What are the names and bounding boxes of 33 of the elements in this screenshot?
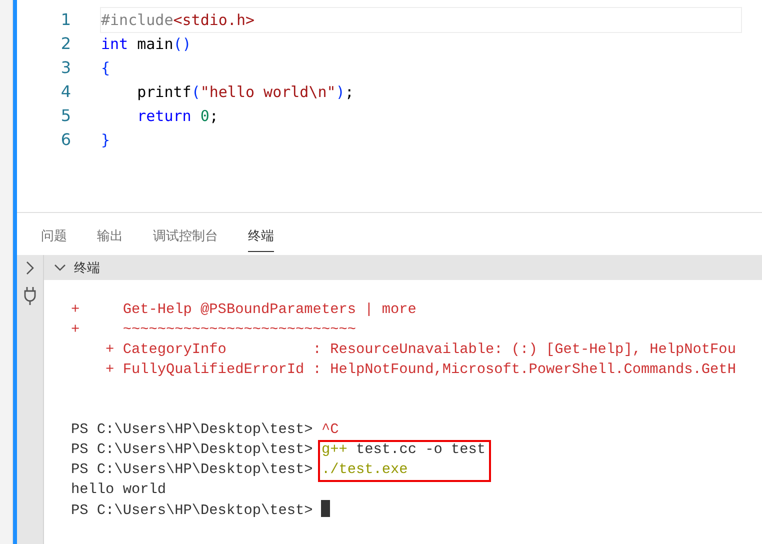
shell-prompt: PS C:\Users\HP\Desktop\test> [71,462,314,478]
line-number: 4 [60,81,72,103]
line-number: 2 [60,33,72,55]
error-output: + ~~~~~~~~~~~~~~~~~~~~~~~~~~~ [71,322,356,338]
error-output: + CategoryInfo : ResourceUnavailable: (:) [Get-Help], HelpNotFou [104,342,736,358]
command-text: ^C [321,422,339,438]
shell-prompt: PS C:\Users\HP\Desktop\test> [71,422,314,438]
command-text: ./test.exe [321,462,408,478]
chevron-down-icon [54,264,66,272]
panel-tab[interactable]: 调试控制台 [153,227,218,251]
panel-tab[interactable]: 终端 [248,227,274,252]
terminal-title: 终端 [74,260,100,276]
code-line: return 0; [136,106,218,127]
code-line: #include<stdio.h> [101,8,741,32]
error-output: + FullyQualifiedErrorId : HelpNotFound,Microsoft.PowerShell.Commands.GetH [104,362,736,378]
terminal-header[interactable]: 终端 [44,255,762,280]
code-line: { [101,58,110,79]
program-output: hello world [71,482,166,498]
code-line: printf("hello world\n"); [136,82,354,103]
line-number: 5 [60,105,72,127]
panel-tab[interactable]: 问题 [41,227,67,251]
error-output: + Get-Help @PSBoundParameters | more [71,302,416,318]
line-number: 6 [60,129,72,151]
shell-prompt: PS C:\Users\HP\Desktop\test> [71,503,314,519]
plug-icon[interactable] [24,287,36,305]
code-line: } [101,130,110,151]
code-line: int main() [101,34,192,55]
command-text: g++ test.cc -o test [321,442,486,458]
shell-prompt: PS C:\Users\HP\Desktop\test> [71,442,314,458]
line-number: 3 [60,57,72,79]
panel-tab[interactable]: 输出 [97,227,123,251]
line-number: 1 [60,9,72,31]
chevron-right-icon[interactable] [25,261,35,275]
